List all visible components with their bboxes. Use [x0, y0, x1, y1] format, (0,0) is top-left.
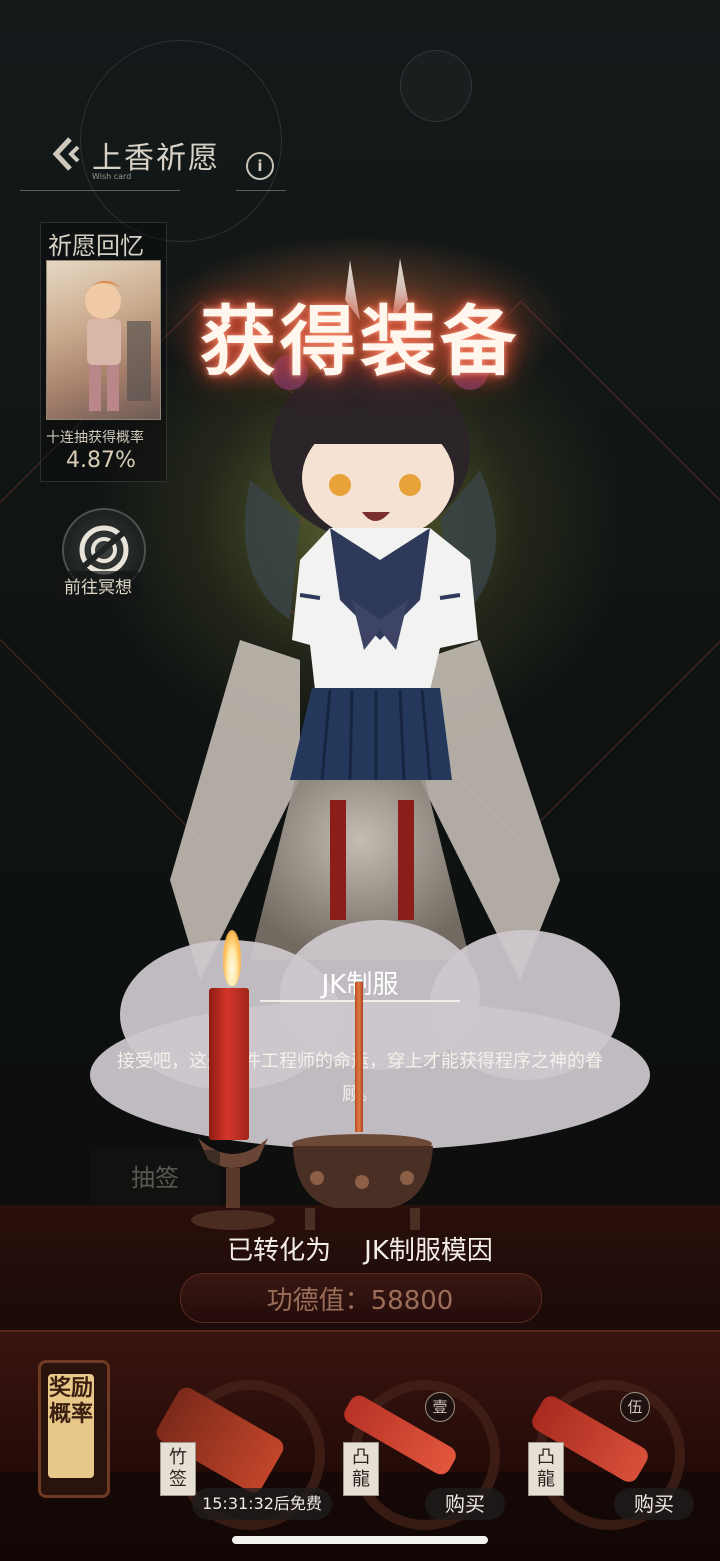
slot-bamboo-tag: 竹签	[160, 1442, 196, 1496]
merit-label: 功德值：	[266, 1286, 371, 1316]
free-timer: 15:31:32后免费	[192, 1488, 332, 1520]
game-scene: 上香祈愿 Wish card i 祈愿回忆 十连抽获得概率 4.87% 前往冥想	[0, 0, 720, 1561]
character-with-uniform-illustration	[170, 258, 560, 980]
home-indicator[interactable]	[232, 1536, 488, 1544]
reward-probability-button[interactable]: 奖励概率	[48, 1374, 94, 1478]
slot-five-badge: 伍	[620, 1392, 650, 1422]
candle-flame-icon	[223, 930, 241, 986]
slot-single-badge: 壹	[425, 1392, 455, 1422]
incense-stick	[355, 982, 363, 1132]
draw-button[interactable]: 抽签	[90, 1150, 220, 1206]
slot-single-tag: 凸龍	[343, 1442, 379, 1496]
buy-single-button[interactable]: 购买	[425, 1488, 505, 1520]
slot-five-tag: 凸龍	[528, 1442, 564, 1496]
incense-burner-icon	[292, 1134, 433, 1230]
conversion-prefix: 已转化为	[227, 1236, 332, 1266]
conversion-item: JK制服模因	[364, 1236, 493, 1266]
red-candle	[209, 988, 249, 1140]
merit-display: 功德值：58800	[0, 1280, 720, 1317]
merit-value: 58800	[370, 1286, 454, 1316]
obtained-equipment-heading: 获得装备	[200, 297, 520, 386]
conversion-text: 已转化为 JK制服模因	[0, 1230, 720, 1267]
buy-five-button[interactable]: 购买	[614, 1488, 694, 1520]
